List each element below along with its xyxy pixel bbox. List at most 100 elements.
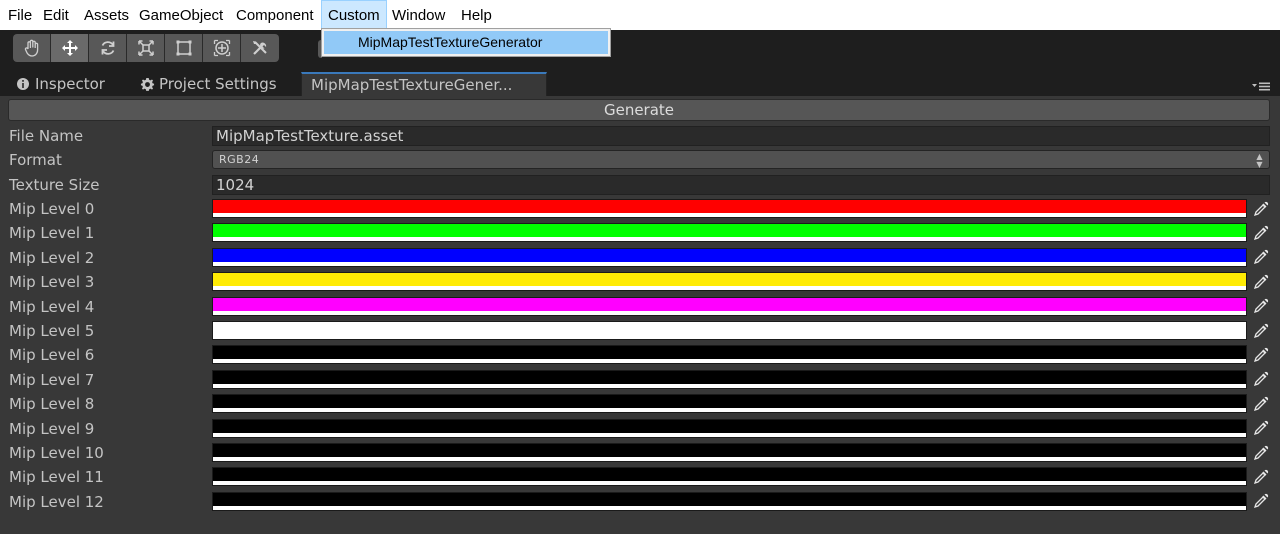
toolbar: [0, 30, 1280, 66]
eyedropper-button[interactable]: [1251, 491, 1271, 512]
tab-inspector[interactable]: Inspector: [16, 72, 105, 96]
move-arrows-icon: [61, 40, 78, 56]
eyedropper-icon: [1253, 347, 1269, 362]
tab-project-settings[interactable]: Project Settings: [140, 72, 277, 96]
menu-file[interactable]: File: [2, 0, 38, 30]
eyedropper-button[interactable]: [1251, 344, 1271, 365]
transform-tool-button[interactable]: [203, 34, 241, 62]
eyedropper-icon: [1253, 250, 1269, 265]
mip-level-label: Mip Level 5: [9, 322, 95, 340]
eyedropper-icon: [1253, 445, 1269, 460]
alpha-bar: [213, 408, 1246, 413]
color-swatch: [213, 322, 1246, 335]
menu-custom[interactable]: Custom: [321, 0, 387, 30]
mip-level-color-field[interactable]: [212, 199, 1247, 218]
mip-level-row: Mip Level 8: [0, 392, 1280, 416]
mip-level-color-field[interactable]: [212, 369, 1247, 389]
mip-level-label: Mip Level 9: [9, 419, 95, 438]
color-swatch: [213, 395, 1246, 409]
eyedropper-button[interactable]: [1251, 466, 1271, 487]
mip-level-color-field[interactable]: [212, 223, 1247, 243]
eyedropper-button[interactable]: [1251, 369, 1271, 390]
mip-level-color-field[interactable]: [212, 321, 1247, 340]
rect-tool-button[interactable]: [165, 34, 203, 62]
tab-mipmap-generator-label: MipMapTestTextureGener...: [311, 75, 513, 94]
color-swatch: [213, 297, 1246, 311]
tab-options-menu[interactable]: [1252, 80, 1270, 94]
menu-gameobject[interactable]: GameObject: [133, 0, 229, 30]
alpha-bar: [213, 310, 1246, 315]
mip-level-label: Mip Level 3: [9, 273, 95, 292]
move-tool-button[interactable]: [51, 34, 89, 62]
alpha-bar: [213, 261, 1246, 266]
texture-size-row: Texture Size 1024: [0, 173, 1280, 197]
file-name-field[interactable]: MipMapTestTexture.asset: [212, 126, 1270, 146]
menu-assets[interactable]: Assets: [78, 0, 135, 30]
tab-project-settings-label: Project Settings: [159, 74, 277, 93]
texture-size-label: Texture Size: [9, 176, 100, 194]
alpha-bar: [213, 505, 1246, 510]
eyedropper-button[interactable]: [1251, 271, 1271, 292]
mip-level-color-field[interactable]: [212, 272, 1247, 292]
scale-icon: [137, 40, 154, 56]
hand-icon: [24, 39, 38, 57]
menu-window[interactable]: Window: [386, 0, 451, 30]
mip-level-color-field[interactable]: [212, 491, 1247, 511]
eyedropper-button[interactable]: [1251, 222, 1271, 243]
mip-level-label: Mip Level 4: [9, 297, 95, 316]
format-select[interactable]: RGB24 ▲ ▼: [212, 150, 1270, 169]
alpha-bar: [213, 457, 1246, 461]
scale-tool-button[interactable]: [127, 34, 165, 62]
mip-level-color-field[interactable]: [212, 418, 1247, 438]
menu-help[interactable]: Help: [455, 0, 498, 30]
mip-level-row: Mip Level 3: [0, 270, 1280, 294]
mip-level-color-field[interactable]: [212, 247, 1247, 267]
mip-level-row: Mip Level 9: [0, 417, 1280, 441]
eyedropper-button[interactable]: [1251, 393, 1271, 414]
alpha-bar: [213, 383, 1246, 388]
mip-level-row: Mip Level 6: [0, 343, 1280, 367]
transform-icon: [213, 39, 230, 57]
tab-mipmap-generator[interactable]: MipMapTestTextureGener...: [301, 72, 547, 96]
generate-button[interactable]: Generate: [8, 99, 1270, 121]
eyedropper-icon: [1253, 298, 1269, 314]
select-arrows-icon: ▲ ▼: [1256, 152, 1263, 169]
mip-level-color-field[interactable]: [212, 296, 1247, 316]
menu-edit[interactable]: Edit: [37, 0, 75, 30]
eyedropper-button[interactable]: [1251, 247, 1271, 268]
menu-component[interactable]: Component: [230, 0, 320, 30]
eyedropper-button[interactable]: [1251, 198, 1271, 219]
mip-level-row: Mip Level 11: [0, 465, 1280, 489]
color-swatch: [213, 419, 1246, 433]
alpha-bar: [213, 359, 1246, 364]
color-swatch: [213, 468, 1246, 482]
mip-level-row: Mip Level 1: [0, 221, 1280, 245]
alpha-bar: [213, 432, 1246, 437]
color-swatch: [213, 200, 1246, 213]
hand-tool-button[interactable]: [13, 34, 51, 62]
eyedropper-icon: [1253, 225, 1269, 240]
custom-tool-button[interactable]: [241, 34, 279, 62]
rotate-tool-button[interactable]: [89, 34, 127, 62]
mip-level-label: Mip Level 0: [9, 200, 95, 218]
mip-level-label: Mip Level 11: [9, 468, 104, 487]
eyedropper-button[interactable]: [1251, 418, 1271, 439]
eyedropper-button[interactable]: [1251, 442, 1271, 463]
texture-size-field[interactable]: 1024: [212, 175, 1270, 195]
mip-level-color-field[interactable]: [212, 345, 1247, 365]
eyedropper-icon: [1253, 494, 1269, 509]
color-swatch: [213, 346, 1246, 360]
menu-bar: File Edit Assets GameObject Component Cu…: [0, 0, 1280, 30]
mip-level-label: Mip Level 6: [9, 346, 95, 365]
eyedropper-icon: [1253, 323, 1269, 338]
menu-item-mipmap-generator[interactable]: MipMapTestTextureGenerator: [324, 31, 608, 54]
eyedropper-button[interactable]: [1251, 320, 1271, 341]
mip-level-color-field[interactable]: [212, 394, 1247, 414]
mip-level-color-field[interactable]: [212, 443, 1247, 462]
format-value: RGB24: [219, 153, 260, 166]
eyedropper-icon: [1253, 372, 1269, 387]
eyedropper-button[interactable]: [1251, 296, 1271, 317]
mip-level-color-field[interactable]: [212, 467, 1247, 487]
alpha-bar: [213, 213, 1246, 217]
color-swatch: [213, 224, 1246, 238]
